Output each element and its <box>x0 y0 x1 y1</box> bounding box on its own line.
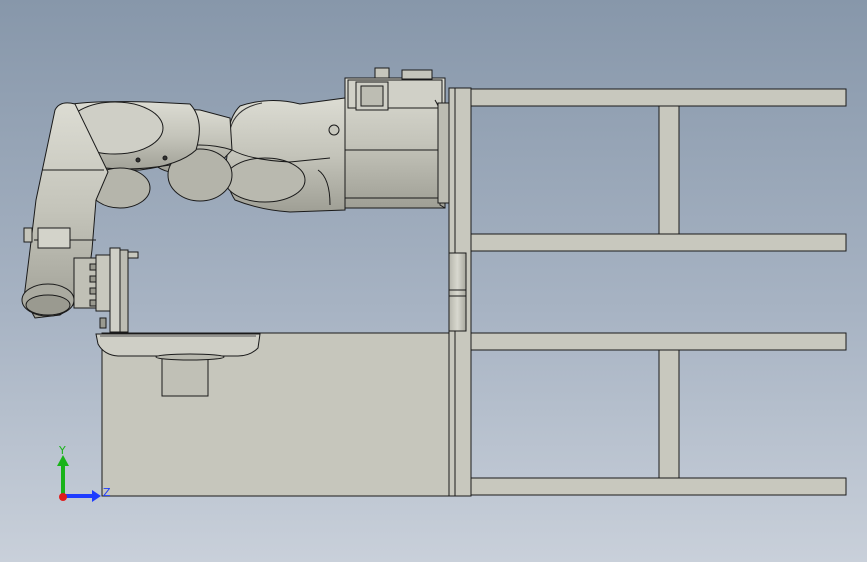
z-axis-arrowhead <box>92 490 101 502</box>
table-body[interactable] <box>101 332 450 497</box>
frame-strut-upper[interactable] <box>658 105 680 235</box>
support-frame[interactable] <box>448 87 847 497</box>
work-table[interactable] <box>95 332 450 497</box>
cad-viewport[interactable]: Y Z <box>0 0 867 562</box>
table-block[interactable] <box>161 355 209 397</box>
frame-strut-lower[interactable] <box>658 349 680 479</box>
post-spacer[interactable] <box>448 252 467 332</box>
frame-rail-lower-mid[interactable] <box>470 332 847 351</box>
robot-arm[interactable] <box>21 67 450 333</box>
z-axis-label: Z <box>103 486 111 499</box>
frame-rail-bottom[interactable] <box>470 477 847 496</box>
robot-tool-flange[interactable] <box>73 247 139 333</box>
robot-upper-arm[interactable] <box>224 97 346 213</box>
robot-base[interactable] <box>344 67 450 209</box>
x-axis-origin <box>59 493 67 501</box>
tray[interactable] <box>95 333 261 357</box>
frame-rail-upper-mid[interactable] <box>470 233 847 252</box>
frame-rail-top[interactable] <box>470 88 847 107</box>
y-axis-label: Y <box>58 444 66 457</box>
wrist-logo-plate <box>37 227 71 249</box>
